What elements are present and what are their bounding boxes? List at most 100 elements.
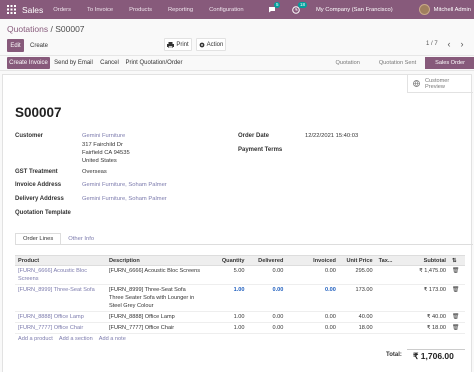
cancel-button[interactable]: Cancel <box>97 57 122 69</box>
printer-icon <box>167 41 175 48</box>
column-settings-icon[interactable]: ⇅ <box>448 255 465 266</box>
menu-configuration[interactable]: Configuration <box>209 7 243 13</box>
add-product-link[interactable]: Add a product <box>18 336 53 342</box>
divider <box>0 55 474 56</box>
column-header[interactable]: Product <box>15 255 106 266</box>
column-header[interactable]: Unit Price <box>338 255 376 266</box>
menu-to-invoice[interactable]: To Invoice <box>87 7 113 13</box>
stage-quotation-sent[interactable]: Quotation Sent <box>369 57 425 69</box>
chat-button[interactable]: 5 <box>268 2 281 13</box>
user-avatar[interactable] <box>418 4 430 15</box>
line-invoiced: 0.00 <box>286 284 339 312</box>
customer-address-line1: 317 Fairchild Dr <box>82 142 123 148</box>
column-header[interactable]: Description <box>105 255 208 266</box>
line-unit-price[interactable]: 173.00 <box>338 284 376 312</box>
line-quantity[interactable]: 1.00 <box>207 284 248 312</box>
apps-menu-icon[interactable] <box>0 0 22 19</box>
line-taxes[interactable] <box>375 311 396 323</box>
column-header[interactable]: Delivered <box>247 255 287 266</box>
order-name: S00007 <box>15 105 62 120</box>
customer-address-line2: Fairfield CA 94535 <box>82 150 130 156</box>
line-invoiced: 0.00 <box>286 265 339 285</box>
pager-previous-icon[interactable]: ‹ <box>444 38 454 50</box>
line-taxes[interactable] <box>375 322 396 334</box>
line-description[interactable]: [FURN_7777] Office Chair <box>105 322 208 334</box>
user-menu[interactable]: Mitchell Admin <box>434 7 471 13</box>
line-subtotal: ₹ 18.00 <box>395 322 449 334</box>
customer-name-link[interactable]: Gemini Furniture <box>82 133 125 139</box>
line-description[interactable]: [FURN_8888] Office Lamp <box>105 311 208 323</box>
line-quantity[interactable]: 1.00 <box>207 311 248 323</box>
delivery-address-label: Delivery Address <box>15 196 64 202</box>
add-section-link[interactable]: Add a section <box>59 336 93 342</box>
delete-line-icon[interactable]: 🗑 <box>448 265 465 285</box>
stage-quotation[interactable]: Quotation <box>326 57 369 69</box>
activity-button[interactable]: 18 <box>292 1 307 14</box>
line-delivered[interactable]: 0.00 <box>247 265 287 285</box>
invoice-address-link[interactable]: Gemini Furniture, Soham Palmer <box>82 182 167 188</box>
order-date-label: Order Date <box>238 133 270 139</box>
customer-label: Customer <box>15 133 44 139</box>
gst-treatment-label: GST Treatment <box>15 169 58 175</box>
table-row[interactable]: [FURN_7777] Office Chair [FURN_7777] Off… <box>15 322 465 334</box>
total-value: ₹ 1,706.00 <box>413 351 454 361</box>
delete-line-icon[interactable]: 🗑 <box>448 284 465 312</box>
table-row[interactable]: [FURN_8999] Three-Seat Sofa [FURN_8999] … <box>15 284 465 312</box>
column-header[interactable]: Invoiced <box>286 255 339 266</box>
delivery-address-link[interactable]: Gemini Furniture, Soham Palmer <box>82 196 167 202</box>
app-name[interactable]: Sales <box>22 5 43 15</box>
column-header[interactable]: Subtotal <box>395 255 449 266</box>
chat-count-badge: 5 <box>273 2 281 8</box>
create-invoice-button[interactable]: Create Invoice <box>7 57 50 69</box>
send-by-email-button[interactable]: Send by Email <box>52 57 95 69</box>
column-header[interactable]: Quantity <box>207 255 248 266</box>
menu-products[interactable]: Products <box>129 7 152 13</box>
breadcrumb-quotations[interactable]: Quotations <box>7 24 48 34</box>
column-header[interactable]: Tax... <box>375 255 396 266</box>
line-unit-price[interactable]: 295.00 <box>338 265 376 285</box>
customer-preview-line1: Customer <box>425 77 450 84</box>
tab-divider <box>15 244 473 245</box>
company-switcher[interactable]: My Company (San Francisco) <box>316 7 393 13</box>
line-taxes[interactable] <box>375 284 396 312</box>
table-row[interactable]: [FURN_6666] Acoustic Bloc Screens [FURN_… <box>15 265 465 285</box>
add-note-link[interactable]: Add a note <box>99 336 126 342</box>
line-quantity[interactable]: 5.00 <box>207 265 248 285</box>
edit-button[interactable]: Edit <box>7 39 24 52</box>
stage-sales-order[interactable]: Sales Order <box>425 57 474 69</box>
print-quotation-button[interactable]: Print Quotation/Order <box>124 57 184 69</box>
menu-reporting[interactable]: Reporting <box>168 7 193 13</box>
line-delivered[interactable]: 0.00 <box>247 322 287 334</box>
customer-preview-line2: Preview <box>425 83 445 90</box>
table-header-row: Product Description Quantity Delivered I… <box>15 255 465 266</box>
menu-orders[interactable]: Orders <box>53 7 71 13</box>
line-unit-price[interactable]: 18.00 <box>338 322 376 334</box>
line-unit-price[interactable]: 40.00 <box>338 311 376 323</box>
breadcrumb: Quotations / S00007 <box>7 24 85 34</box>
line-product[interactable]: [FURN_6666] Acoustic Bloc Screens <box>15 265 106 285</box>
create-button[interactable]: Create <box>27 39 51 52</box>
line-delivered[interactable]: 0.00 <box>247 284 287 312</box>
status-bar: Quotation Quotation Sent Sales Order <box>326 57 474 69</box>
print-button[interactable]: Print <box>164 38 192 51</box>
line-description[interactable]: [FURN_6666] Acoustic Bloc Screens <box>105 265 208 285</box>
line-product[interactable]: [FURN_8888] Office Lamp <box>15 311 106 323</box>
line-product[interactable]: [FURN_8999] Three-Seat Sofa <box>15 284 106 312</box>
gear-icon <box>199 42 205 47</box>
customer-country: United States <box>82 158 117 164</box>
line-subtotal: ₹ 1,475.00 <box>395 265 449 285</box>
line-delivered[interactable]: 0.00 <box>247 311 287 323</box>
table-row[interactable]: [FURN_8888] Office Lamp [FURN_8888] Offi… <box>15 311 465 323</box>
line-taxes[interactable] <box>375 265 396 285</box>
payment-terms-label: Payment Terms <box>238 147 283 153</box>
line-description-title: [FURN_8999] Three-Seat Sofa <box>108 287 186 293</box>
customer-preview-button[interactable]: Customer Preview <box>407 75 473 93</box>
delete-line-icon[interactable]: 🗑 <box>448 311 465 323</box>
delete-line-icon[interactable]: 🗑 <box>448 322 465 334</box>
action-button[interactable]: Action <box>196 38 226 51</box>
line-description[interactable]: [FURN_8999] Three-Seat Sofa Three Seater … <box>105 284 208 312</box>
line-product[interactable]: [FURN_7777] Office Chair <box>15 322 106 334</box>
line-quantity[interactable]: 1.00 <box>207 322 248 334</box>
pager-value[interactable]: 1 / 7 <box>426 41 438 47</box>
pager-next-icon[interactable]: › <box>457 38 467 50</box>
